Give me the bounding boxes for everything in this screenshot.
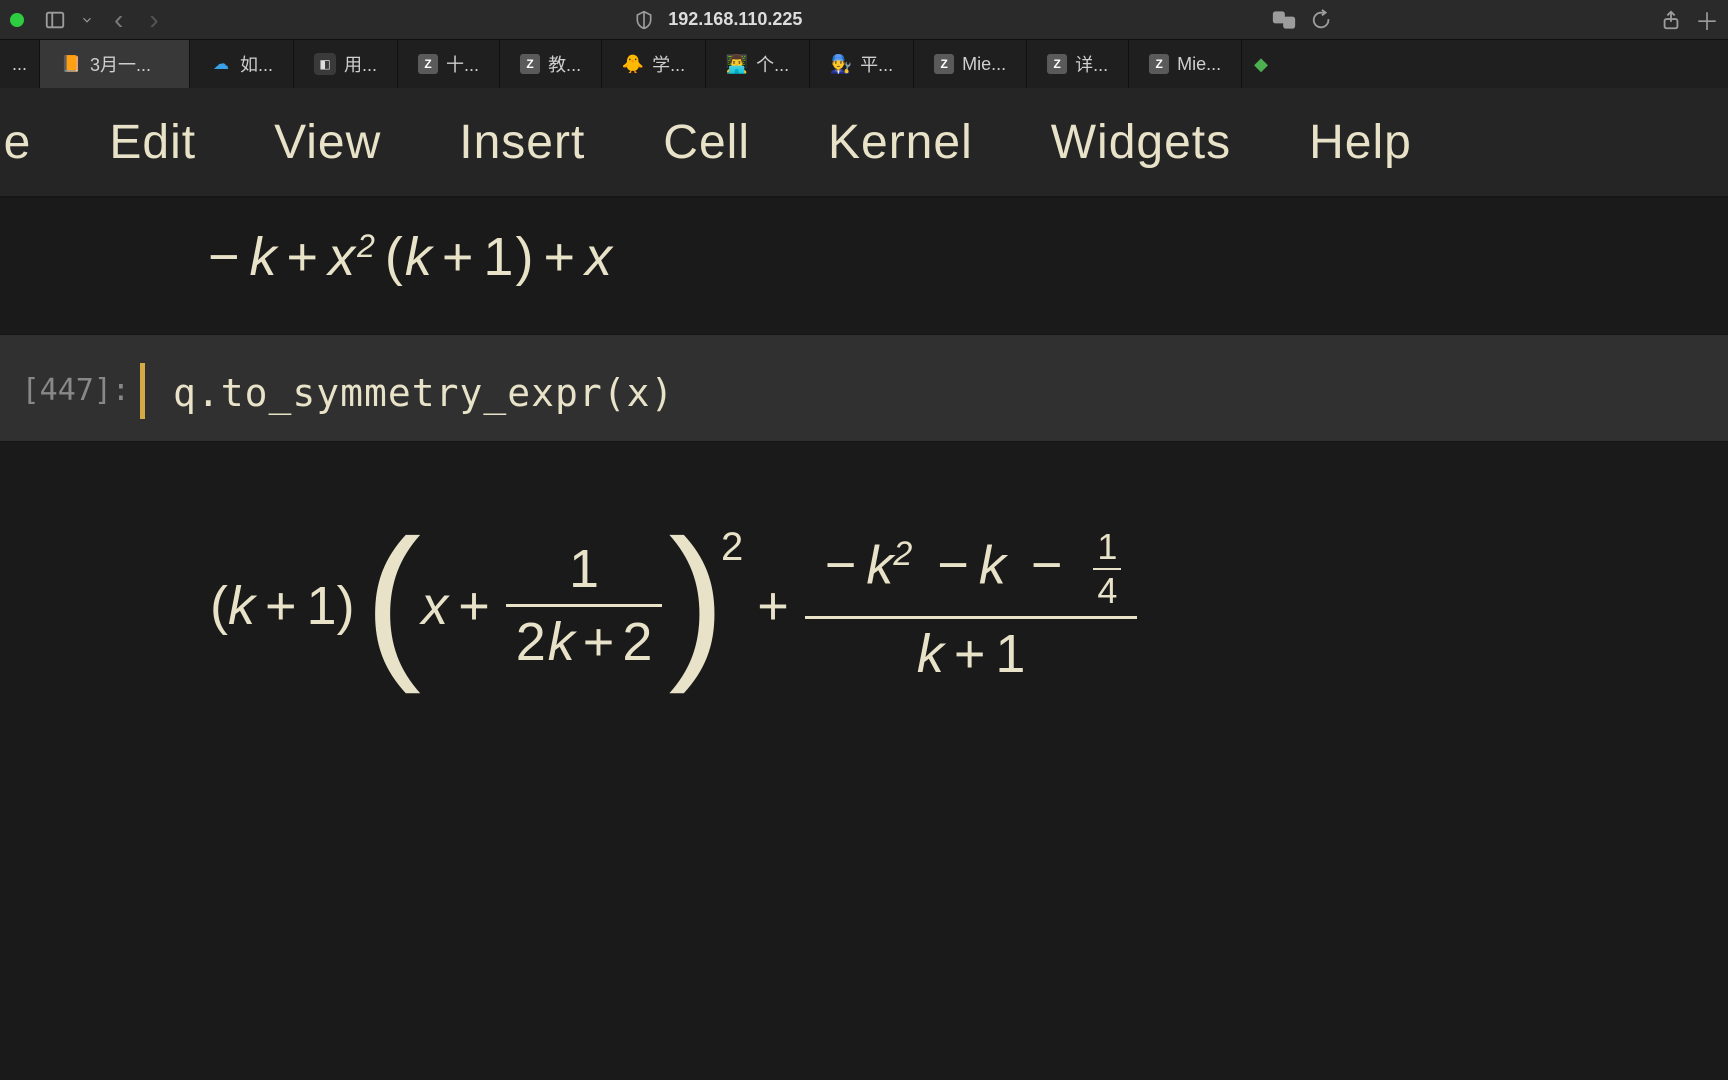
forward-button[interactable]: ›	[143, 6, 164, 34]
tab-label: 学...	[652, 51, 685, 77]
math-expression-1: − k + x2 ( k + 1 ) + x	[200, 230, 1728, 284]
tab-item[interactable]: 👨‍🔧 平...	[810, 40, 914, 88]
reload-icon[interactable]	[1310, 9, 1332, 31]
notebook-area: − k + x2 ( k + 1 ) + x [447]: q.to_symme…	[0, 198, 1728, 689]
dropdown-icon[interactable]	[80, 9, 94, 31]
tab-label: 平...	[860, 51, 893, 77]
var-x: x	[585, 230, 612, 284]
lparen: (	[377, 230, 403, 284]
tab-label: ...	[12, 54, 27, 75]
var-x: x	[421, 575, 448, 637]
frac-num-2: −k2 −k − 1 4	[805, 522, 1138, 616]
var-k: k	[250, 230, 277, 284]
book-icon: 📙	[60, 53, 82, 75]
menu-view[interactable]: View	[274, 115, 381, 170]
plus-op: +	[255, 575, 307, 637]
cloud-icon: ☁	[210, 53, 232, 75]
tab-label: Mie...	[1177, 54, 1221, 75]
zhihu-icon: Z	[418, 54, 438, 74]
var-k: k	[405, 230, 432, 284]
tab-item[interactable]: 👨‍💻 个...	[706, 40, 810, 88]
traffic-light-green[interactable]	[10, 13, 24, 27]
app-icon: ◧	[314, 53, 336, 75]
menu-insert[interactable]: Insert	[459, 115, 585, 170]
tab-strip: ... 📙 3月一... ☁ 如... ◧ 用... Z 十... Z 教...…	[0, 40, 1728, 88]
var-x: x	[328, 230, 355, 284]
fraction-2: −k2 −k − 1 4 k+1	[799, 522, 1144, 689]
big-rparen: )	[668, 532, 725, 668]
frac-num: 1	[559, 534, 609, 604]
tab-label: 十...	[446, 51, 479, 77]
rparen: )	[515, 230, 533, 284]
back-button[interactable]: ‹	[108, 6, 129, 34]
menu-cell[interactable]: Cell	[663, 115, 750, 170]
tab-label: 用...	[344, 51, 377, 77]
shield-icon[interactable]	[634, 9, 654, 31]
tab-label: 教...	[548, 51, 581, 77]
menu-widgets[interactable]: Widgets	[1051, 115, 1231, 170]
plus-op: +	[279, 230, 327, 284]
output-cell-1: − k + x2 ( k + 1 ) + x	[0, 198, 1728, 334]
tab-overflow-left[interactable]: ...	[0, 40, 40, 88]
tab-item[interactable]: 🐥 学...	[602, 40, 706, 88]
menu-kernel[interactable]: Kernel	[828, 115, 973, 170]
sup-2: 2	[357, 230, 375, 262]
num-1: 1	[307, 575, 337, 637]
svg-text:A: A	[1276, 12, 1282, 22]
tab-label: 如...	[240, 51, 273, 77]
plus-op: +	[448, 575, 500, 637]
zhihu-icon: Z	[1149, 54, 1169, 74]
tab-overflow-right[interactable]: ◆	[1242, 40, 1280, 88]
frac-den-2: k+1	[907, 619, 1036, 689]
sidebar-toggle-icon[interactable]	[44, 9, 66, 31]
tab-label: 详...	[1075, 51, 1108, 77]
person-icon: 👨‍💻	[726, 53, 748, 75]
zhihu-icon: Z	[520, 54, 540, 74]
zhihu-icon: Z	[934, 54, 954, 74]
code-input[interactable]: q.to_symmetry_expr(x)	[145, 357, 1728, 415]
cell-prompt: [447]:	[0, 357, 140, 408]
tab-item[interactable]: ◧ 用...	[294, 40, 398, 88]
output-cell-2: ( k + 1 ) ( x + 1 2k+2 ) 2 + −k2 −k −	[0, 442, 1728, 689]
menu-file[interactable]: le	[0, 115, 31, 170]
tab-item[interactable]: Z 十...	[398, 40, 500, 88]
tab-item[interactable]: Z Mie...	[1129, 40, 1242, 88]
tab-item[interactable]: Z 详...	[1027, 40, 1129, 88]
menu-edit[interactable]: Edit	[109, 115, 196, 170]
fraction: 1 2k+2	[500, 534, 669, 677]
zhihu-icon: Z	[1047, 54, 1067, 74]
browser-toolbar: ‹ › 192.168.110.225 A ＋	[0, 0, 1728, 40]
plus-op: +	[434, 230, 482, 284]
dev-icon: 👨‍🔧	[830, 53, 852, 75]
tab-label: 3月一...	[90, 51, 151, 77]
menu-help[interactable]: Help	[1309, 115, 1412, 170]
translate-icon[interactable]: A	[1272, 10, 1296, 30]
chick-icon: 🐥	[622, 53, 644, 75]
address-bar[interactable]: 192.168.110.225	[668, 9, 802, 30]
tab-item[interactable]: Z Mie...	[914, 40, 1027, 88]
var-k: k	[228, 575, 255, 637]
tab-item[interactable]: ☁ 如...	[190, 40, 294, 88]
plus-op: +	[535, 230, 583, 284]
math-expression-2: ( k + 1 ) ( x + 1 2k+2 ) 2 + −k2 −k −	[210, 522, 1728, 689]
plus-op: +	[747, 575, 799, 637]
input-cell[interactable]: [447]: q.to_symmetry_expr(x)	[0, 334, 1728, 442]
frac-den: 2k+2	[506, 607, 663, 677]
share-icon[interactable]	[1660, 9, 1682, 31]
tab-label: Mie...	[962, 54, 1006, 75]
minus-op: −	[200, 230, 248, 284]
tab-item[interactable]: Z 教...	[500, 40, 602, 88]
tab-active[interactable]: 📙 3月一...	[40, 40, 190, 88]
new-tab-icon[interactable]: ＋	[1696, 9, 1718, 31]
big-lparen: (	[365, 532, 422, 668]
jupyter-menu-bar: le Edit View Insert Cell Kernel Widgets …	[0, 88, 1728, 198]
tab-label: 个...	[756, 51, 789, 77]
exponent-2: 2	[721, 525, 743, 570]
num-1: 1	[483, 230, 513, 284]
